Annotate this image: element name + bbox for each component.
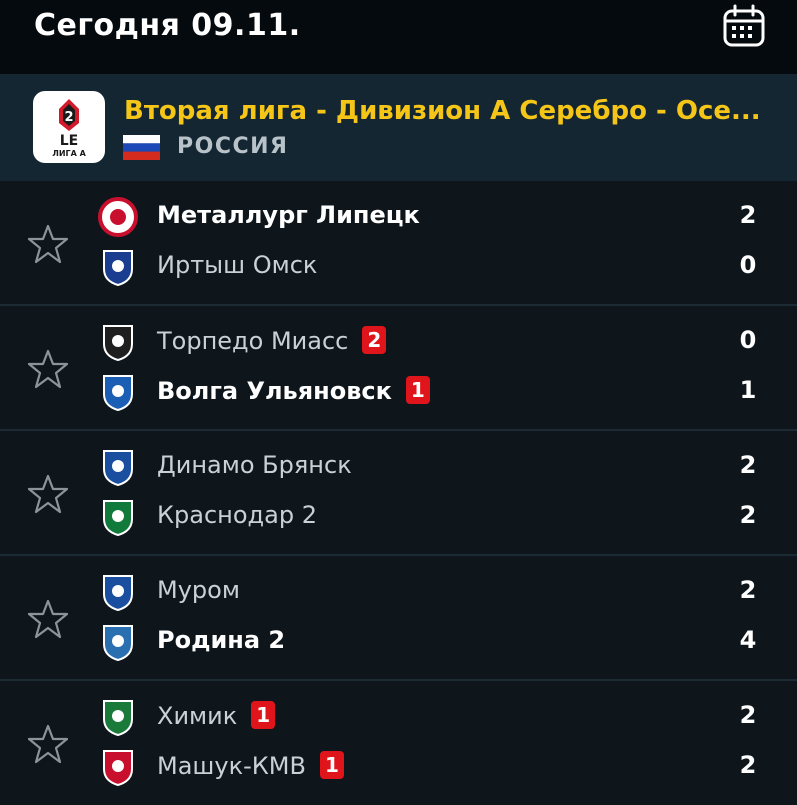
team-score: 0 [739,326,757,354]
team-name: Торпедо Миасс 2 [157,326,387,355]
team-crest-icon [98,247,138,287]
team-name: Иртыш Омск [157,251,317,279]
team-crest-icon [98,197,138,237]
top-bar: Сегодня 09.11. [0,0,797,74]
red-card-badge: 1 [319,751,344,779]
team-score: 2 [739,451,757,479]
team-name-text: Торпедо Миасс [157,327,349,355]
team-name-text: Металлург Липецк [157,201,420,229]
team-crest-icon [98,322,138,362]
team-score: 0 [739,251,757,279]
team-score: 4 [739,626,757,654]
team-score: 2 [739,751,757,779]
away-team-row: Иртыш Омск 0 [0,245,797,291]
team-name: Динамо Брянск [157,451,352,479]
team-name-text: Машук-КМВ [157,752,306,780]
match-row[interactable]: Металлург Липецк 2 Иртыш Омск 0 [0,181,797,305]
red-card-badge: 2 [362,326,387,354]
russia-flag-icon [123,135,160,160]
country-label: РОССИЯ [177,134,289,159]
away-team-row: Машук-КМВ 1 2 [0,745,797,791]
team-crest-icon [98,372,138,412]
team-name: Машук-КМВ 1 [157,751,344,780]
team-crest-icon [98,497,138,537]
team-name-text: Муром [157,576,240,604]
team-name-text: Динамо Брянск [157,451,352,479]
team-name-text: Волга Ульяновск [157,377,392,405]
home-team-row: Металлург Липецк 2 [0,195,797,241]
match-row[interactable]: Торпедо Миасс 2 0 Волга Ульяновск 1 1 [0,306,797,430]
team-crest-icon [98,622,138,662]
team-crest-icon [98,572,138,612]
away-team-row: Волга Ульяновск 1 1 [0,370,797,416]
team-crest-icon [98,447,138,487]
team-name-text: Родина 2 [157,626,286,654]
team-score: 2 [739,501,757,529]
league-logo: 2 LE ЛИГА А [33,91,105,163]
team-name: Химик 1 [157,701,276,730]
team-name-text: Краснодар 2 [157,501,317,529]
team-score: 1 [739,376,757,404]
match-row[interactable]: Химик 1 2 Машук-КМВ 1 2 [0,681,797,805]
red-card-badge: 1 [405,376,430,404]
team-score: 2 [739,201,757,229]
team-crest-icon [98,697,138,737]
calendar-button[interactable] [722,4,766,48]
team-name-text: Химик [157,702,238,730]
team-score: 2 [739,576,757,604]
date-title: Сегодня 09.11. [34,8,301,43]
home-team-row: Муром 2 [0,570,797,616]
away-team-row: Краснодар 2 2 [0,495,797,541]
logo-wordmark: LE [60,133,78,149]
league-header[interactable]: 2 LE ЛИГА А Вторая лига - Дивизион А Сер… [0,74,797,181]
match-row[interactable]: Динамо Брянск 2 Краснодар 2 2 [0,431,797,555]
red-card-badge: 1 [251,701,276,729]
match-row[interactable]: Муром 2 Родина 2 4 [0,556,797,680]
home-team-row: Динамо Брянск 2 [0,445,797,491]
team-name: Металлург Липецк [157,201,420,229]
logo-subtext: ЛИГА А [52,149,86,158]
team-name-text: Иртыш Омск [157,251,318,279]
team-name: Волга Ульяновск 1 [157,376,430,405]
league-name: Вторая лига - Дивизион А Серебро - Осе..… [124,96,761,126]
calendar-icon [723,4,765,47]
team-crest-icon [98,747,138,787]
svg-text:2: 2 [64,110,73,125]
away-team-row: Родина 2 4 [0,620,797,666]
team-name: Муром [157,576,240,604]
team-score: 2 [739,701,757,729]
home-team-row: Торпедо Миасс 2 0 [0,320,797,366]
home-team-row: Химик 1 2 [0,695,797,741]
team-name: Родина 2 [157,626,285,654]
team-name: Краснодар 2 [157,501,317,529]
